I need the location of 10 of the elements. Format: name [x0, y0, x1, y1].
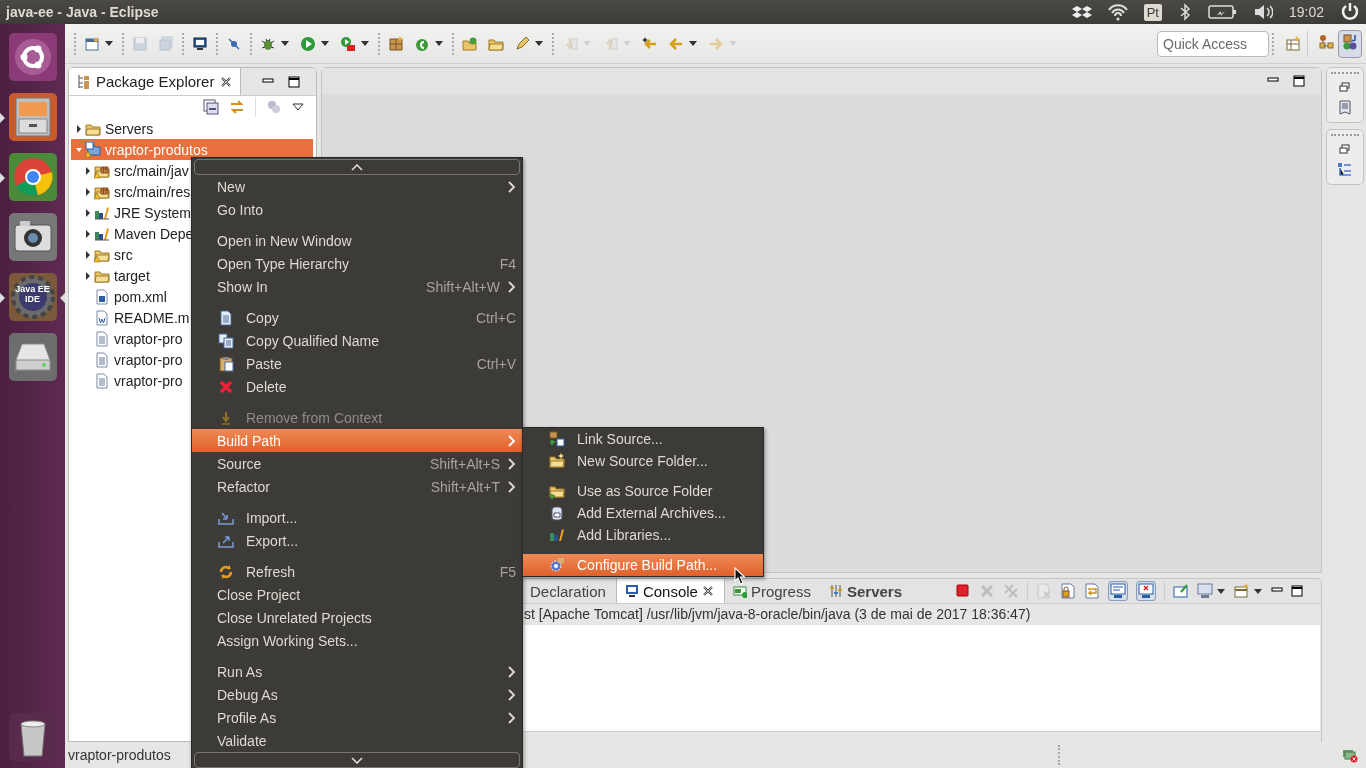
shortcut-text: Shift+Alt+S [428, 455, 500, 472]
shortcut-text: Ctrl+C [474, 309, 516, 326]
status-text: vraptor-produtos [68, 747, 171, 763]
shortcut-text: Ctrl+V [475, 355, 516, 372]
window-title: java-ee - Java - Eclipse [6, 4, 159, 20]
shortcut-text: Shift+Alt+W [425, 278, 500, 295]
shortcut-text: F5 [498, 563, 516, 580]
shortcut-text: F4 [498, 255, 516, 272]
shortcut-text: Shift+Alt+T [429, 478, 500, 495]
console-header: st [Apache Tomcat] /usr/lib/jvm/java-8-oracle/bin/java (3 de mai de 2017 18:36:47) [524, 605, 1031, 624]
